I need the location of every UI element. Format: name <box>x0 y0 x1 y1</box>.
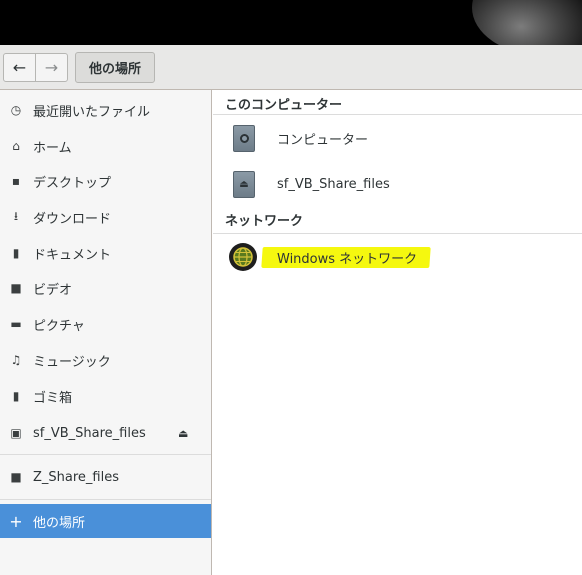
path-bar-other-locations[interactable]: 他の場所 <box>75 52 156 83</box>
document-icon: ▮ <box>12 246 20 260</box>
picture-icon: ▬ <box>10 317 22 331</box>
sidebar-divider <box>0 499 211 500</box>
home-icon: ⌂ <box>12 139 20 153</box>
sidebar-item-home[interactable]: ⌂ ホーム <box>0 129 211 163</box>
back-button[interactable]: ← <box>4 54 35 81</box>
eject-icon[interactable]: ⏏ <box>178 427 188 440</box>
sidebar-item-label: ホーム <box>33 140 72 156</box>
sidebar-item-label: ドキュメント <box>33 247 112 263</box>
location-label: コンピューター <box>277 132 369 148</box>
sidebar-item-label: sf_VB_Share_files <box>33 425 146 441</box>
location-label: Windows ネットワーク <box>277 251 418 267</box>
sidebar-item-label: ピクチャ <box>33 318 85 334</box>
hard-disk-icon <box>233 124 255 152</box>
sidebar: ◷ 最近開いたファイル ⌂ ホーム ▪ デスクトップ ⭳ ダウンロード ▮ ドキ… <box>0 90 212 575</box>
sidebar-item-downloads[interactable]: ⭳ ダウンロード <box>0 200 211 234</box>
music-icon: ♫ <box>10 353 22 367</box>
sidebar-item-label: ダウンロード <box>33 211 112 227</box>
download-icon: ⭳ <box>13 208 19 223</box>
sidebar-item-label: ビデオ <box>33 282 73 298</box>
sidebar-item-label: 他の場所 <box>33 515 86 531</box>
folder-icon: ■ <box>10 470 22 484</box>
sidebar-item-documents[interactable]: ▮ ドキュメント <box>0 236 211 270</box>
desktop-icon: ▪ <box>11 174 21 188</box>
removable-drive-icon: ⏏ <box>233 170 255 198</box>
sidebar-item-desktop[interactable]: ▪ デスクトップ <box>0 164 211 198</box>
sidebar-item-sf-vb-share-files[interactable]: ▣ sf_VB_Share_files ⏏ <box>0 416 211 450</box>
navigation-buttons: ← → <box>3 53 68 82</box>
desktop-background <box>0 0 582 45</box>
sidebar-item-music[interactable]: ♫ ミュージック <box>0 343 211 377</box>
forward-arrow-icon: → <box>44 58 59 77</box>
sidebar-item-label: ミュージック <box>33 354 111 370</box>
sidebar-item-label: ゴミ箱 <box>33 390 73 406</box>
location-label: sf_VB_Share_files <box>277 176 390 192</box>
sidebar-item-label: Z_Share_files <box>33 469 119 485</box>
sidebar-item-trash[interactable]: ▮ ゴミ箱 <box>0 379 211 413</box>
sidebar-divider <box>0 454 211 455</box>
sidebar-item-videos[interactable]: ■ ビデオ <box>0 271 211 305</box>
forward-button[interactable]: → <box>36 54 67 81</box>
moon-image <box>472 0 582 45</box>
video-icon: ■ <box>10 281 22 295</box>
network-globe-icon <box>229 243 257 271</box>
location-row-windows-network[interactable]: Windows ネットワーク <box>213 234 582 280</box>
sidebar-item-other-locations[interactable]: + 他の場所 <box>0 504 211 538</box>
plus-icon: + <box>9 511 23 531</box>
back-arrow-icon: ← <box>12 58 27 77</box>
location-row-sf-vb-share-files[interactable]: ⏏ sf_VB_Share_files <box>213 161 582 207</box>
section-header-this-computer: このコンピューター <box>225 98 343 113</box>
section-header-network: ネットワーク <box>225 214 304 229</box>
places-view: このコンピューター コンピューター ⏏ sf_VB_Share_files ネッ… <box>213 90 582 575</box>
header-bar: ← → 他の場所 <box>0 45 582 90</box>
trash-icon: ▮ <box>12 389 20 403</box>
sidebar-item-z-share-files[interactable]: ■ Z_Share_files <box>0 460 211 494</box>
sidebar-item-label: 最近開いたファイル <box>33 104 151 120</box>
sidebar-item-recent[interactable]: ◷ 最近開いたファイル <box>0 93 211 127</box>
drive-icon: ▣ <box>10 426 22 440</box>
location-row-computer[interactable]: コンピューター <box>213 115 582 161</box>
sidebar-item-label: デスクトップ <box>33 175 112 191</box>
clock-icon: ◷ <box>10 103 22 117</box>
sidebar-item-pictures[interactable]: ▬ ピクチャ <box>0 307 211 341</box>
